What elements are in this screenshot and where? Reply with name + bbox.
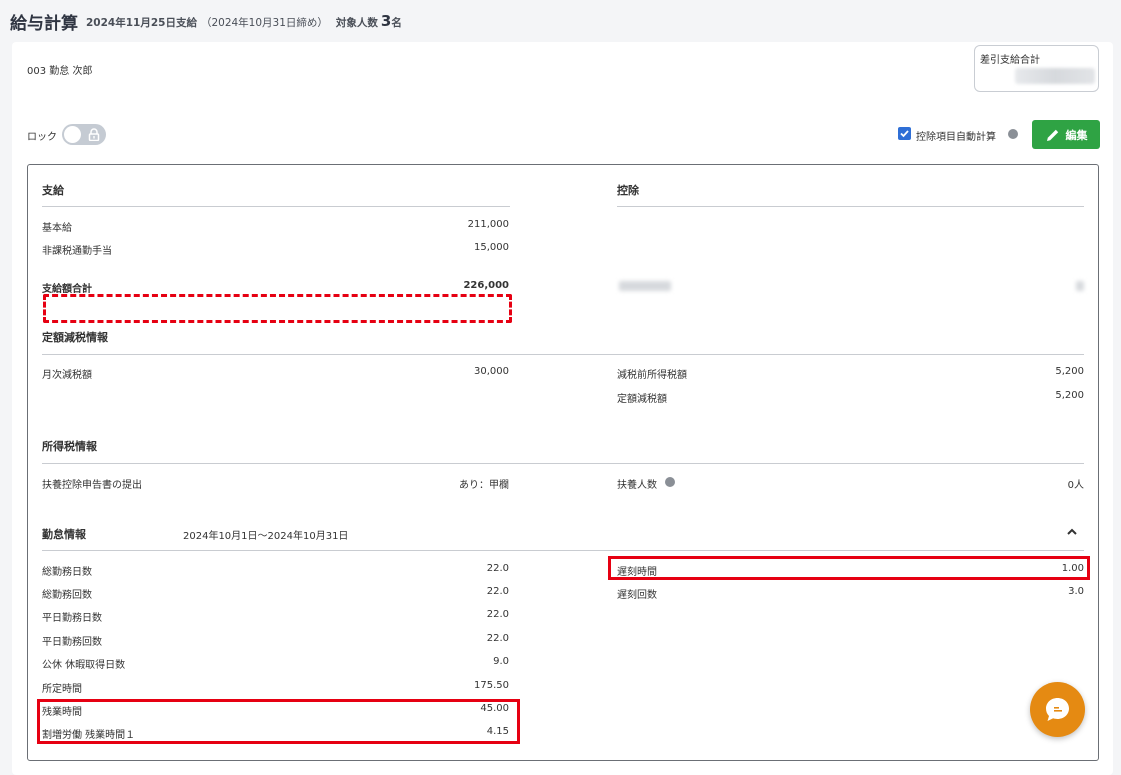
target-count-unit: 名 bbox=[391, 17, 402, 29]
dependents-label: 扶養人数 bbox=[617, 480, 657, 491]
highlight-dashed-box bbox=[43, 294, 512, 323]
lock-icon bbox=[88, 128, 100, 141]
monthly-reduction-value: 30,000 bbox=[474, 366, 509, 377]
payday-label: 2024年11月25日支給 bbox=[86, 17, 197, 29]
monthly-reduction-label: 月次減税額 bbox=[42, 370, 92, 381]
divider bbox=[42, 463, 1084, 464]
attendance-row-value: 22.0 bbox=[486, 586, 509, 597]
pre-tax-value: 5,200 bbox=[1055, 366, 1084, 377]
attendance-row-label: 平日勤務日数 bbox=[42, 613, 102, 624]
attendance-row-value: 22.0 bbox=[486, 609, 509, 620]
edit-button-label: 編集 bbox=[1065, 128, 1088, 142]
pre-tax-label: 減税前所得税額 bbox=[617, 370, 687, 381]
payment-total-value: 226,000 bbox=[463, 280, 509, 291]
fixed-reduction-label: 定額減税額 bbox=[617, 394, 667, 405]
deduction-section-title: 控除 bbox=[617, 184, 639, 197]
attendance-row-value: 9.0 bbox=[493, 656, 509, 667]
deduction-total-label-redacted bbox=[619, 281, 671, 291]
cutoff-label: （2024年10月31日締め） bbox=[200, 17, 328, 29]
net-total-label: 差引支給合計 bbox=[980, 55, 1040, 66]
chevron-up-icon[interactable] bbox=[1066, 527, 1078, 537]
auto-calc-checkbox[interactable] bbox=[898, 127, 911, 140]
payment-row-label: 非課税通勤手当 bbox=[42, 246, 112, 257]
divider bbox=[617, 206, 1084, 207]
dependents-value: 0人 bbox=[1067, 480, 1084, 491]
attendance-row-value: 175.50 bbox=[474, 680, 509, 691]
lock-label: ロック bbox=[27, 132, 57, 143]
filing-label: 扶養控除申告書の提出 bbox=[42, 480, 142, 491]
attendance-row-label: 公休 休暇取得日数 bbox=[42, 660, 126, 671]
payment-section-title: 支給 bbox=[42, 184, 64, 197]
attendance-row-label: 総勤務回数 bbox=[42, 590, 92, 601]
highlight-box-late bbox=[608, 556, 1090, 580]
checkmark-icon bbox=[900, 130, 909, 138]
attendance-row-label: 所定時間 bbox=[42, 684, 82, 695]
page-title: 給与計算 bbox=[10, 13, 78, 34]
payment-row-value: 15,000 bbox=[474, 242, 509, 253]
tax-reduction-section-title: 定額減税情報 bbox=[42, 331, 108, 344]
auto-calc-label: 控除項目自動計算 bbox=[916, 132, 996, 143]
attendance-row-value: 22.0 bbox=[486, 563, 509, 574]
attendance-section-title: 勤怠情報 bbox=[42, 528, 86, 541]
income-tax-section-title: 所得税情報 bbox=[42, 440, 97, 453]
divider bbox=[42, 206, 510, 207]
info-icon[interactable] bbox=[665, 477, 675, 487]
highlight-box-overtime bbox=[37, 699, 520, 744]
attendance-period: 2024年10月1日〜2024年10月31日 bbox=[183, 531, 349, 542]
edit-button[interactable]: 編集 bbox=[1032, 120, 1100, 149]
payment-total-label: 支給額合計 bbox=[42, 284, 92, 295]
chat-icon bbox=[1046, 698, 1069, 721]
divider bbox=[42, 354, 1084, 355]
attendance-row-label: 平日勤務回数 bbox=[42, 637, 102, 648]
net-total-value-redacted bbox=[1015, 68, 1095, 84]
filing-value: あり：甲欄 bbox=[459, 480, 509, 491]
target-count-value: 3 bbox=[380, 12, 392, 30]
attendance-row-label: 遅刻回数 bbox=[617, 590, 657, 601]
toggle-knob bbox=[64, 126, 81, 143]
payment-row-label: 基本給 bbox=[42, 223, 72, 234]
fixed-reduction-value: 5,200 bbox=[1055, 390, 1084, 401]
payment-row-value: 211,000 bbox=[467, 219, 509, 230]
page-header: 給与計算 2024年11月25日支給 （2024年10月31日締め） 対象人数 … bbox=[0, 0, 1121, 42]
pencil-icon bbox=[1046, 129, 1058, 141]
lock-toggle[interactable] bbox=[62, 124, 106, 145]
attendance-row-value: 22.0 bbox=[486, 633, 509, 644]
net-total-box: 差引支給合計 bbox=[974, 45, 1099, 92]
attendance-row-label: 総勤務日数 bbox=[42, 567, 92, 578]
target-count-label: 対象人数 bbox=[335, 17, 378, 29]
info-icon[interactable] bbox=[1008, 129, 1018, 139]
attendance-row-value: 3.0 bbox=[1068, 586, 1084, 597]
divider bbox=[42, 550, 1084, 551]
deduction-total-value-redacted bbox=[1076, 281, 1084, 291]
chat-button[interactable] bbox=[1030, 682, 1085, 737]
employee-name: 003 勤怠 次郎 bbox=[27, 66, 93, 77]
